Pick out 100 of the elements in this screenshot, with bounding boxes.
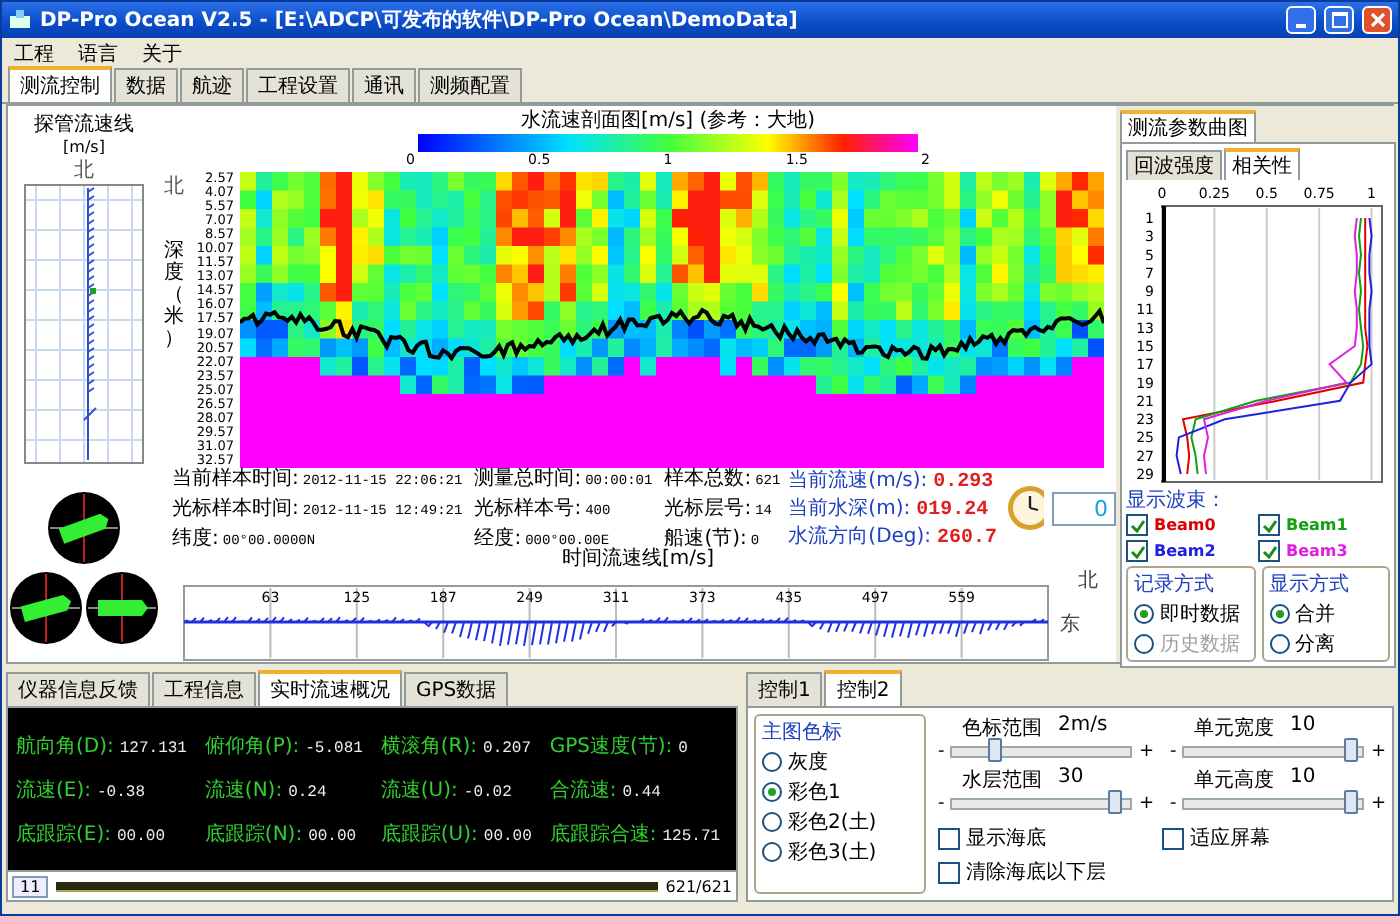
data-label: 合流速: bbox=[549, 777, 617, 803]
slider-thumb[interactable] bbox=[1343, 790, 1358, 814]
tab[interactable]: 控制1 bbox=[746, 672, 823, 706]
close-button[interactable] bbox=[1362, 6, 1392, 34]
beam-label: Beam3 bbox=[1286, 542, 1348, 560]
axis-title: 深度（米） bbox=[164, 240, 184, 350]
option-label: 分离 bbox=[1295, 631, 1335, 658]
info-label: 船速(节): bbox=[664, 525, 747, 550]
tab[interactable]: 回波强度 bbox=[1126, 150, 1222, 180]
data-label: 流速(N): bbox=[204, 777, 283, 803]
info-label: 测量总时间: bbox=[474, 465, 582, 492]
maximize-button[interactable] bbox=[1324, 6, 1354, 34]
data-label: 流速(U): bbox=[380, 777, 458, 803]
tab[interactable]: 工程信息 bbox=[152, 672, 256, 706]
checkbox[interactable] bbox=[938, 861, 960, 883]
data-label: 底跟踪合速: bbox=[549, 821, 657, 847]
group-title: 主图色标 bbox=[762, 719, 844, 746]
checkbox[interactable] bbox=[1162, 827, 1184, 849]
radio-button[interactable] bbox=[1269, 604, 1289, 624]
data-label: 俯仰角(P): bbox=[204, 733, 300, 759]
reading-label: 当前流速(m/s): bbox=[788, 467, 928, 494]
info-label: 光标样本时间: bbox=[172, 495, 299, 522]
sample-count: 621/621 bbox=[665, 877, 732, 895]
window-title: DP-Pro Ocean V2.5 - [E:\ADCP\可发布的软件\DP-Pro Ocean\DemoData] bbox=[40, 7, 798, 34]
north-label: 北 bbox=[164, 173, 184, 200]
tab[interactable]: 工程设置 bbox=[246, 68, 350, 102]
reading-value: 260.7 bbox=[937, 528, 998, 550]
checkbox[interactable] bbox=[1258, 514, 1280, 536]
info-label: 纬度: bbox=[172, 525, 219, 552]
clock-icon bbox=[1005, 484, 1044, 532]
slider-thumb[interactable] bbox=[1343, 738, 1358, 762]
reading-value: 019.24 bbox=[916, 500, 989, 522]
tab[interactable]: 数据 bbox=[114, 68, 178, 102]
data-label: 底跟踪(N): bbox=[204, 821, 303, 847]
position-field[interactable]: 11 bbox=[12, 875, 49, 897]
tab[interactable]: 测流控制 bbox=[8, 66, 112, 102]
slider-thumb[interactable] bbox=[988, 738, 1003, 762]
north-label: 北 bbox=[1078, 570, 1098, 592]
menu-item[interactable]: 关于 bbox=[142, 40, 182, 68]
checkbox[interactable] bbox=[1126, 514, 1148, 536]
checkbox[interactable] bbox=[1258, 540, 1280, 562]
north-label: 北 bbox=[74, 157, 94, 184]
slider-value: 30 bbox=[1058, 766, 1084, 792]
radio-button[interactable] bbox=[1134, 604, 1154, 624]
panel-title: 探管流速线 bbox=[34, 111, 134, 138]
increase-label: + bbox=[1138, 794, 1154, 814]
data-value: 127.131 bbox=[119, 739, 187, 757]
tab[interactable]: 实时流速概况 bbox=[258, 670, 402, 706]
option-label: 显示海底 bbox=[966, 825, 1046, 852]
radio-button[interactable] bbox=[762, 842, 782, 862]
option-label: 适应屏幕 bbox=[1190, 825, 1270, 852]
tab[interactable]: 相关性 bbox=[1224, 148, 1300, 180]
radio-button[interactable] bbox=[762, 812, 782, 832]
checkbox[interactable] bbox=[938, 827, 960, 849]
slider-thumb[interactable] bbox=[1108, 790, 1123, 814]
beam-label: Beam0 bbox=[1154, 516, 1216, 534]
tab[interactable]: 通讯 bbox=[352, 68, 416, 102]
checkbox[interactable] bbox=[1126, 540, 1148, 562]
data-value: 0.207 bbox=[483, 739, 532, 757]
tab[interactable]: 仪器信息反馈 bbox=[6, 672, 150, 706]
info-label: 光标样本号: bbox=[474, 495, 582, 522]
radio-button[interactable] bbox=[762, 782, 782, 802]
beam-label: Beam2 bbox=[1154, 542, 1216, 560]
data-value: -0.38 bbox=[97, 783, 146, 801]
data-label: 底跟踪(U): bbox=[380, 821, 478, 847]
data-label: 底跟踪(E): bbox=[16, 821, 111, 847]
data-value: -5.081 bbox=[305, 739, 363, 757]
data-value: 00.00 bbox=[308, 827, 357, 845]
decrease-label: - bbox=[938, 742, 945, 762]
close-icon bbox=[1369, 12, 1385, 28]
data-value: 0.44 bbox=[622, 783, 661, 801]
radio-button[interactable] bbox=[1269, 634, 1289, 654]
slider-label: 单元宽度 bbox=[1194, 715, 1274, 742]
info-label: 样本总数: bbox=[664, 465, 752, 492]
data-value: 0.24 bbox=[288, 783, 327, 801]
section-label: 显示波束： bbox=[1126, 487, 1228, 514]
reading-label: 当前水深(m): bbox=[788, 495, 911, 522]
slider-value: 10 bbox=[1290, 766, 1316, 792]
tab[interactable]: 航迹 bbox=[180, 68, 244, 102]
maximize-icon bbox=[1331, 12, 1347, 28]
tab[interactable]: GPS数据 bbox=[404, 672, 509, 706]
data-label: GPS速度(节): bbox=[549, 733, 673, 759]
group-title: 显示方式 bbox=[1269, 571, 1351, 598]
beam-label: Beam1 bbox=[1286, 516, 1348, 534]
increase-label: + bbox=[1370, 794, 1386, 814]
info-label: 光标层号: bbox=[664, 495, 752, 522]
menu-item[interactable]: 工程 bbox=[14, 40, 54, 68]
menu-item[interactable]: 语言 bbox=[78, 40, 118, 68]
data-label: 航向角(D): bbox=[16, 733, 114, 759]
option-label: 即时数据 bbox=[1160, 601, 1240, 628]
unit-label: [m/s] bbox=[63, 138, 105, 156]
panel-tab[interactable]: 测流参数曲图 bbox=[1120, 110, 1256, 142]
progress-bar[interactable] bbox=[56, 881, 658, 891]
slider-value: 10 bbox=[1290, 714, 1316, 740]
decrease-label: - bbox=[1170, 742, 1177, 762]
tab[interactable]: 测频配置 bbox=[418, 68, 522, 102]
tab[interactable]: 控制2 bbox=[824, 670, 902, 706]
data-value: 0 bbox=[678, 739, 688, 757]
minimize-button[interactable] bbox=[1286, 6, 1316, 34]
radio-button[interactable] bbox=[762, 752, 782, 772]
